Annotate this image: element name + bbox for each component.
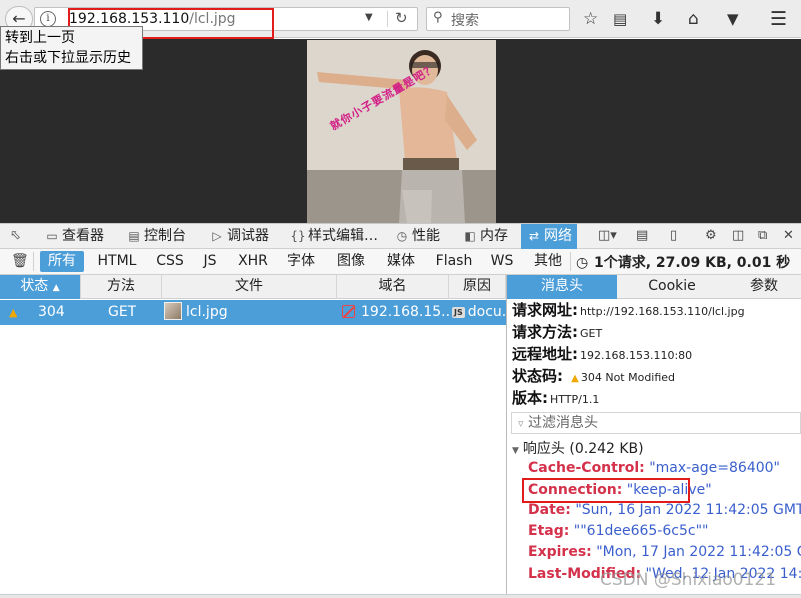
back-tooltip: 转到上一页 右击或下拉显示历史 (0, 26, 143, 70)
watermark: CSDN @Shixiao0121 (600, 570, 777, 590)
version-row: 版本: HTTP/1.1 (512, 389, 600, 407)
tab-headers[interactable]: 消息头 (507, 275, 617, 299)
filter-html-button[interactable]: HTML (92, 251, 142, 272)
js-badge-icon: JS (452, 307, 465, 318)
tab-debugger[interactable]: ▷ 调试器 (209, 224, 269, 249)
search-icon: ⚲ (433, 10, 443, 25)
responsive-mode-icon[interactable]: ◫▾ (598, 228, 617, 244)
filter-js-button[interactable]: JS (196, 251, 224, 272)
response-headers-section[interactable]: ▼ 响应头 (0.242 KB) (512, 438, 644, 458)
panel-splitter[interactable] (506, 275, 507, 598)
dock-side-icon[interactable]: ◫ (732, 228, 744, 244)
reading-list-icon[interactable]: ▤ (613, 9, 627, 29)
filter-css-button[interactable]: CSS (150, 251, 190, 272)
tooltip-line-2: 右击或下拉显示历史 (5, 50, 131, 66)
performance-icon: ◷ (396, 229, 408, 243)
filter-icon: ▿ (518, 417, 524, 430)
column-domain[interactable]: 域名 (337, 275, 449, 299)
details-tab-bar: 消息头 Cookie 参数 (507, 275, 801, 299)
menu-icon[interactable]: ☰ (770, 9, 787, 29)
settings-gear-icon[interactable]: ⚙ (705, 228, 717, 244)
row-file: lcl.jpg (164, 300, 228, 325)
displayed-image: 就你小子要流量是吧？ (307, 40, 496, 223)
filter-separator (33, 252, 34, 271)
filter-fonts-button[interactable]: 字体 (282, 251, 320, 272)
warning-icon: ▲ (571, 373, 579, 384)
timer-icon: ◷ (576, 255, 589, 271)
device-icon[interactable]: ▯ (670, 228, 677, 244)
url-separator (387, 11, 388, 27)
network-icon: ⇄ (528, 229, 540, 243)
scratchpad-icon[interactable]: ▤ (636, 228, 648, 244)
status-code-row: 状态码: ▲ 304 Not Modified (512, 367, 676, 385)
search-placeholder: 搜索 (451, 13, 479, 29)
request-table-header: 状态 ▲ 方法 文件 域名 原因 (0, 275, 506, 299)
column-file[interactable]: 文件 (162, 275, 337, 299)
search-input[interactable]: ⚲ 搜索 (426, 7, 570, 31)
info-icon[interactable]: i (40, 11, 56, 27)
home-icon[interactable]: ⌂ (688, 9, 699, 29)
tooltip-line-1: 转到上一页 (5, 30, 75, 46)
tab-network[interactable]: ⇄ 网络 (521, 224, 577, 249)
tab-cookie[interactable]: Cookie (617, 275, 727, 299)
reload-icon[interactable]: ↻ (395, 9, 408, 27)
debugger-icon: ▷ (212, 229, 222, 243)
row-method: GET (108, 304, 137, 320)
row-cause: JSdocu... (452, 304, 506, 320)
trash-icon[interactable]: 🗑 (11, 253, 29, 269)
filter-images-button[interactable]: 图像 (332, 251, 370, 272)
inspector-icon[interactable]: ⬁ (10, 228, 21, 244)
tab-style-editor[interactable]: {} 样式编辑… (290, 224, 378, 249)
image-thumbnail (164, 302, 182, 320)
filter-other-button[interactable]: 其他 (529, 251, 567, 272)
tab-performance[interactable]: ◷ 性能 (394, 224, 440, 249)
memory-icon: ◧ (464, 229, 476, 243)
tab-memory[interactable]: ◧ 内存 (462, 224, 508, 249)
header-row: Cache-Control: "max-age=86400" (528, 460, 780, 476)
remote-address-row: 远程地址: 192.168.153.110:80 (512, 345, 693, 363)
tab-console[interactable]: ▤ 控制台 (126, 224, 186, 249)
dropdown-icon[interactable]: ▼ (365, 12, 373, 23)
undock-icon[interactable]: ⧉ (758, 228, 767, 244)
request-list-empty-area (0, 325, 506, 595)
inspector-tab-icon: ▭ (46, 229, 58, 243)
column-status[interactable]: 状态 ▲ (0, 275, 81, 299)
column-cause[interactable]: 原因 (449, 275, 506, 299)
filter-xhr-button[interactable]: XHR (232, 251, 274, 272)
filter-headers-input[interactable]: ▿ 过滤消息头 (511, 412, 801, 434)
warning-icon: ▲ (9, 306, 18, 319)
request-url-row: 请求网址: http://192.168.153.110/lcl.jpg (512, 301, 745, 319)
insecure-icon (342, 305, 355, 318)
row-domain: 192.168.15... (342, 300, 450, 325)
filter-separator (570, 252, 571, 271)
filter-ws-button[interactable]: WS (484, 251, 520, 272)
header-row: Etag: ""61dee665-6c5c"" (528, 523, 709, 539)
filter-media-button[interactable]: 媒体 (382, 251, 420, 272)
network-filter-bar: 🗑 所有 HTML CSS JS XHR 字体 图像 媒体 Flash WS 其… (0, 249, 801, 275)
tab-inspector[interactable]: ▭ 查看器 (44, 224, 104, 249)
filter-all-button[interactable]: 所有 (40, 251, 84, 272)
filter-flash-button[interactable]: Flash (432, 251, 476, 272)
sort-asc-icon: ▲ (52, 283, 60, 293)
connection-highlight-box (522, 478, 690, 503)
header-row: Date: "Sun, 16 Jan 2022 11:42:05 GMT" (528, 502, 801, 518)
column-method[interactable]: 方法 (81, 275, 162, 299)
horizontal-scrollbar[interactable] (0, 594, 801, 598)
table-row[interactable]: ▲ 304 GET lcl.jpg 192.168.15... JSdocu..… (0, 300, 506, 325)
tab-params[interactable]: 参数 (727, 275, 801, 299)
chevron-down-icon: ▼ (512, 446, 519, 456)
request-method-row: 请求方法: GET (512, 323, 603, 341)
download-icon[interactable]: ⬇ (651, 9, 665, 29)
devtools-toolbar: ⬁ ▭ 查看器 ▤ 控制台 ▷ 调试器 {} 样式编辑… ◷ 性能 ◧ 内存 ⇄ 网络 ◫▾ … (0, 223, 801, 249)
bookmark-star-icon[interactable]: ☆ (583, 9, 598, 29)
header-row: Expires: "Mon, 17 Jan 2022 11:42:05 GMT" (528, 544, 801, 560)
console-icon: ▤ (128, 229, 140, 243)
row-status: 304 (38, 304, 65, 320)
close-icon[interactable]: ✕ (783, 228, 794, 244)
request-summary: ◷ 1个请求, 27.09 KB, 0.01 秒 (576, 255, 791, 271)
pocket-icon[interactable]: ▼ (727, 9, 739, 29)
style-editor-icon: {} (290, 229, 306, 243)
